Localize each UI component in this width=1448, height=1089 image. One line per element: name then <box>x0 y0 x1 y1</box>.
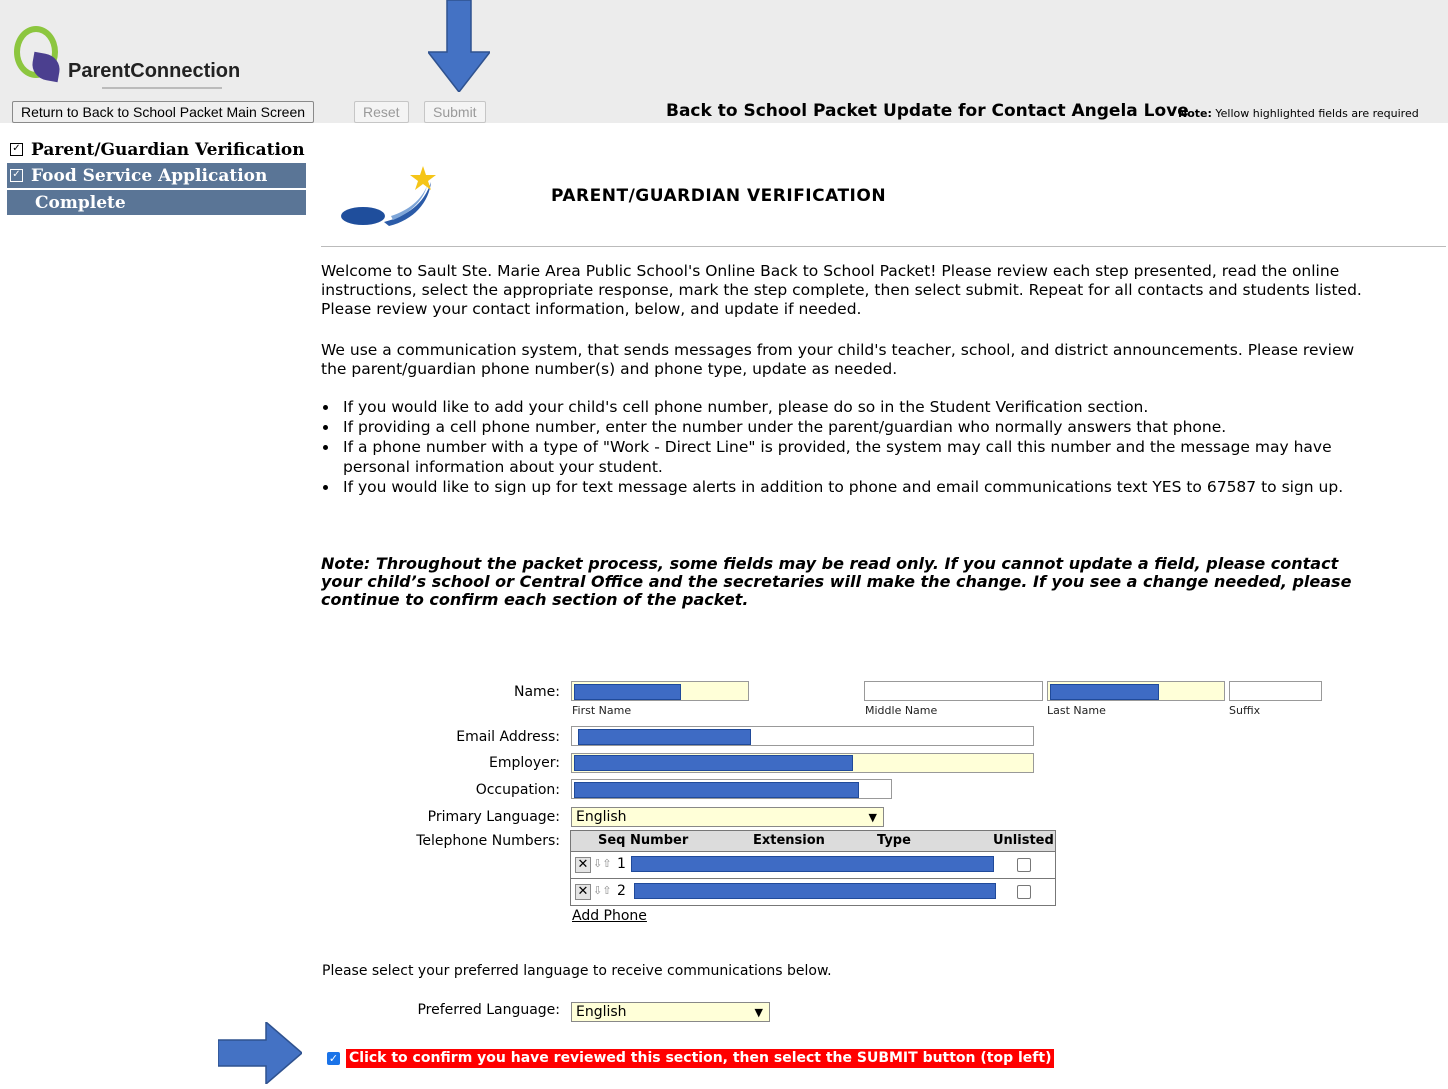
primary-language-label: Primary Language: <box>427 809 560 825</box>
first-name-caption: First Name <box>572 704 632 717</box>
page-header-title: Back to School Packet Update for Contact… <box>666 101 1189 121</box>
telephone-table: Seq Number Extension Type Unlisted ✕ ⇩⇧ … <box>570 830 1056 906</box>
delete-phone-icon[interactable]: ✕ <box>575 884 591 900</box>
annotation-arrow-right-icon <box>218 1022 302 1084</box>
list-item: If a phone number with a type of "Work -… <box>339 437 1369 477</box>
confirm-reviewed-label: Click to confirm you have reviewed this … <box>346 1049 1055 1068</box>
employer-label: Employer: <box>489 755 560 771</box>
preferred-language-instructions: Please select your preferred language to… <box>322 963 832 979</box>
column-header: Type <box>877 833 911 848</box>
note-label: Note: <box>1178 107 1212 120</box>
table-row: ✕ ⇩⇧ 1 <box>571 852 1055 879</box>
middle-name-field[interactable] <box>864 681 1043 701</box>
sidebar-item-complete[interactable]: Complete <box>7 190 306 216</box>
intro-paragraph: Welcome to Sault Ste. Marie Area Public … <box>321 262 1362 318</box>
annotation-arrow-down-icon <box>428 0 490 92</box>
sidebar-item-label: Complete <box>35 192 126 213</box>
logo-underline <box>102 87 222 89</box>
column-header: Unlisted <box>993 833 1054 848</box>
chevron-down-icon: ▼ <box>754 1006 763 1019</box>
telephone-table-header: Seq Number Extension Type Unlisted <box>571 831 1055 852</box>
last-name-caption: Last Name <box>1047 704 1106 717</box>
column-header: Seq Number <box>598 833 689 848</box>
school-logo-icon <box>341 166 436 226</box>
redacted-block <box>1050 684 1159 700</box>
sidebar-item-parent-guardian-verification[interactable]: ✓ Parent/Guardian Verification <box>7 137 306 162</box>
required-fields-note: Note: Yellow highlighted fields are requ… <box>1178 107 1419 120</box>
read-only-note: Note: Throughout the packet process, som… <box>321 554 1352 609</box>
email-label: Email Address: <box>456 729 560 745</box>
redacted-block <box>578 729 751 745</box>
unlisted-checkbox[interactable] <box>1017 885 1031 899</box>
sort-arrows-icon[interactable]: ⇩⇧ <box>593 857 611 870</box>
suffix-caption: Suffix <box>1229 704 1261 717</box>
sidebar-item-label: Food Service Application <box>31 165 268 186</box>
reset-button[interactable]: Reset <box>354 101 409 123</box>
note-text: Yellow highlighted fields are required <box>1211 107 1419 120</box>
redacted-block <box>634 883 996 899</box>
table-row: ✕ ⇩⇧ 2 <box>571 879 1055 905</box>
column-header: Extension <box>753 833 825 848</box>
app-logo: ParentConnection <box>14 26 264 90</box>
page-title: PARENT/GUARDIAN VERIFICATION <box>551 186 887 206</box>
communication-paragraph: We use a communication system, that send… <box>321 341 1355 378</box>
preferred-language-value: English <box>576 1004 627 1020</box>
occupation-label: Occupation: <box>475 782 560 798</box>
seq-number: 2 <box>617 883 626 899</box>
checked-box-icon: ✓ <box>10 143 23 156</box>
middle-name-caption: Middle Name <box>865 704 938 717</box>
sidebar-item-label: Parent/Guardian Verification <box>31 139 305 160</box>
confirm-reviewed-checkbox[interactable]: ✓ <box>327 1052 340 1065</box>
seq-number: 1 <box>617 856 626 872</box>
submit-button[interactable]: Submit <box>424 101 486 123</box>
checked-box-icon: ✓ <box>10 169 23 182</box>
unlisted-checkbox[interactable] <box>1017 858 1031 872</box>
list-item: If providing a cell phone number, enter … <box>339 417 1369 437</box>
primary-language-select[interactable]: English ▼ <box>571 807 884 827</box>
list-item: If you would like to sign up for text me… <box>339 477 1369 497</box>
redacted-block <box>574 755 853 771</box>
preferred-language-select[interactable]: English ▼ <box>571 1002 770 1022</box>
sidebar-item-food-service-application[interactable]: ✓ Food Service Application <box>7 163 306 189</box>
add-phone-link[interactable]: Add Phone <box>572 908 647 924</box>
instructions-list: If you would like to add your child's ce… <box>321 397 1369 497</box>
redacted-block <box>631 856 994 872</box>
suffix-field[interactable] <box>1229 681 1322 701</box>
redacted-block <box>574 782 859 798</box>
name-label: Name: <box>513 684 560 700</box>
telephone-numbers-label: Telephone Numbers: <box>416 833 560 849</box>
sort-arrows-icon[interactable]: ⇩⇧ <box>593 884 611 897</box>
logo-text: ParentConnection <box>68 60 241 82</box>
delete-phone-icon[interactable]: ✕ <box>575 857 591 873</box>
chevron-down-icon: ▼ <box>868 811 877 824</box>
list-item: If you would like to add your child's ce… <box>339 397 1369 417</box>
return-main-screen-button[interactable]: Return to Back to School Packet Main Scr… <box>12 101 315 123</box>
preferred-language-label: Preferred Language: <box>417 1002 560 1018</box>
divider <box>321 246 1446 247</box>
primary-language-value: English <box>576 809 627 825</box>
redacted-block <box>574 684 681 700</box>
sidebar: ✓ Parent/Guardian Verification ✓ Food Se… <box>7 137 306 216</box>
